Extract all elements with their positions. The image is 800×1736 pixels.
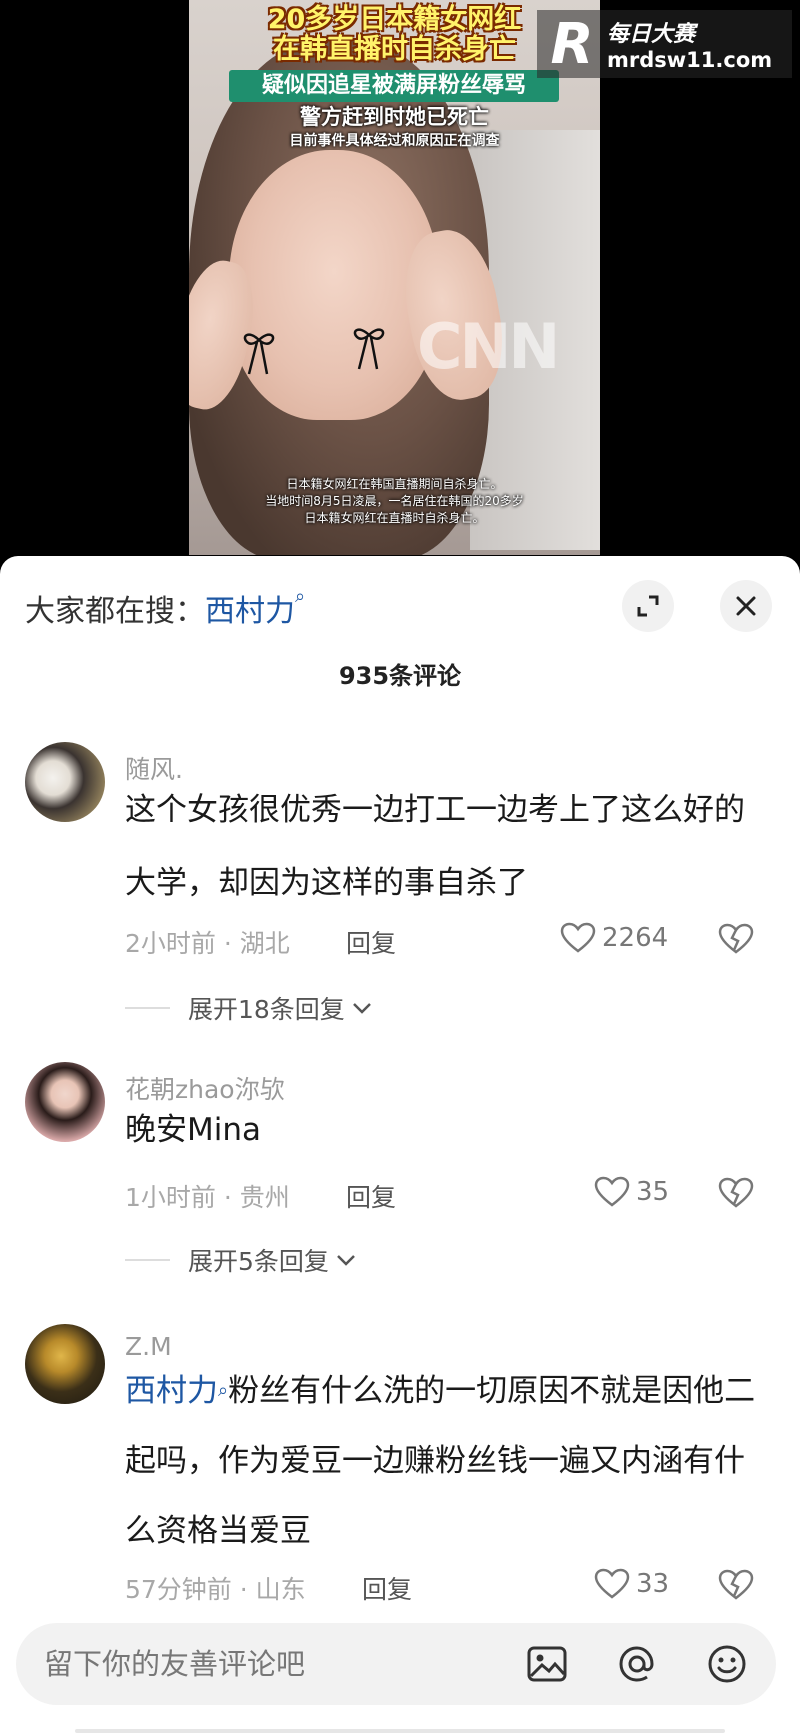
comment-input-bar bbox=[16, 1623, 776, 1705]
avatar[interactable] bbox=[25, 1062, 105, 1142]
chevron-down-icon bbox=[337, 1255, 355, 1266]
heart-icon bbox=[560, 922, 596, 953]
comment-text: 晚安Mina bbox=[125, 1112, 262, 1148]
watermark-title: 每日大赛 bbox=[607, 22, 696, 47]
video-subtitle-line3: 日本籍女网红在直播时自杀身亡。 bbox=[304, 511, 485, 525]
bow-sticker-icon bbox=[243, 333, 275, 375]
comment-time-location: 1小时前 · 贵州 bbox=[125, 1183, 290, 1212]
comment-time-location: 2小时前 · 湖北 bbox=[125, 929, 290, 958]
expand-replies-button[interactable]: 展开18条回复 bbox=[125, 990, 373, 1026]
expand-button[interactable] bbox=[622, 580, 674, 632]
broken-heart-icon[interactable] bbox=[718, 923, 754, 955]
video-subtitle-line1: 日本籍女网红在韩国直播期间自杀身亡。 bbox=[286, 477, 503, 491]
reply-button[interactable]: 回复 bbox=[346, 1178, 396, 1214]
trending-search-label: 大家都在搜： bbox=[25, 594, 205, 629]
reply-button[interactable]: 回复 bbox=[362, 1570, 412, 1606]
mention-button[interactable] bbox=[616, 1643, 658, 1685]
close-icon bbox=[736, 596, 756, 616]
like-count: 2264 bbox=[602, 923, 669, 953]
search-icon: ⌕ bbox=[218, 1380, 229, 1401]
heart-icon bbox=[594, 1568, 630, 1599]
news-logo: CNN bbox=[417, 310, 560, 383]
video-caption-banner: 疑似因追星被满屏粉丝辱骂 bbox=[229, 70, 559, 102]
image-button[interactable] bbox=[526, 1643, 568, 1685]
avatar[interactable] bbox=[25, 742, 105, 822]
trending-search-term[interactable]: 西村力 bbox=[205, 594, 295, 629]
heart-icon bbox=[594, 1176, 630, 1207]
search-icon: ⌕ bbox=[295, 586, 306, 607]
comment-sheet: 大家都在搜：西村力⌕ 935条评论 随风. 这个女孩很优秀一边打工一边考上了这么… bbox=[0, 556, 800, 1736]
like-count: 35 bbox=[636, 1177, 670, 1207]
video-caption-line4: 警方赶到时她已死亡 bbox=[300, 105, 489, 129]
broken-heart-icon[interactable] bbox=[718, 1569, 754, 1601]
home-indicator bbox=[75, 1729, 725, 1733]
like-count: 33 bbox=[636, 1569, 670, 1599]
video-subtitle-line2: 当地时间8月5日凌晨，一名居住在韩国的20多岁 bbox=[265, 494, 524, 508]
video-caption-line5: 目前事件具体经过和原因正在调查 bbox=[289, 133, 500, 149]
divider bbox=[125, 1259, 170, 1261]
divider bbox=[125, 1007, 170, 1009]
trending-search[interactable]: 大家都在搜：西村力⌕ bbox=[25, 586, 305, 630]
avatar[interactable] bbox=[25, 1324, 105, 1404]
like-button[interactable]: 33 bbox=[594, 1568, 669, 1600]
broken-heart-icon[interactable] bbox=[718, 1177, 754, 1209]
comment-input[interactable] bbox=[44, 1623, 484, 1705]
comment-text: 这个女孩很优秀一边打工一边考上了这么好的大学，却因为这样的事自杀了 bbox=[125, 792, 745, 901]
expand-icon bbox=[637, 595, 659, 617]
like-button[interactable]: 2264 bbox=[560, 922, 668, 954]
site-watermark: R 每日大赛 mrdsw11.com bbox=[537, 10, 792, 78]
video-player[interactable]: CNN 20多岁日本籍女网红 在韩直播时自杀身亡 疑似因追星被满屏粉丝辱骂 警方… bbox=[0, 0, 800, 560]
comment-count: 935条评论 bbox=[338, 662, 462, 690]
comment-time-location: 57分钟前 · 山东 bbox=[125, 1575, 306, 1604]
image-icon bbox=[527, 1646, 567, 1682]
expand-replies-button[interactable]: 展开5条回复 bbox=[125, 1242, 357, 1278]
expand-replies-label: 展开18条回复 bbox=[188, 995, 345, 1024]
emoji-button[interactable] bbox=[706, 1643, 748, 1685]
comment-text: 西村力⌕粉丝有什么洗的一切原因不就是因他二起吗，作为爱豆一边赚粉丝钱一遍又内涵有… bbox=[125, 1356, 775, 1566]
watermark-text: 每日大赛 mrdsw11.com bbox=[607, 16, 792, 72]
bow-sticker-icon bbox=[353, 328, 385, 370]
emoji-icon bbox=[708, 1645, 746, 1683]
close-button[interactable] bbox=[720, 580, 772, 632]
video-frame: CNN 20多岁日本籍女网红 在韩直播时自杀身亡 疑似因追星被满屏粉丝辱骂 警方… bbox=[189, 0, 600, 555]
expand-replies-label: 展开5条回复 bbox=[188, 1247, 329, 1276]
video-caption-line3: 疑似因追星被满屏粉丝辱骂 bbox=[261, 73, 526, 98]
watermark-logo: R bbox=[550, 11, 594, 77]
like-button[interactable]: 35 bbox=[594, 1176, 669, 1208]
reply-button[interactable]: 回复 bbox=[346, 924, 396, 960]
at-icon bbox=[619, 1646, 654, 1682]
chevron-down-icon bbox=[352, 1003, 371, 1014]
mention-link[interactable]: 西村力 bbox=[125, 1373, 218, 1409]
watermark-url: mrdsw11.com bbox=[607, 48, 773, 72]
